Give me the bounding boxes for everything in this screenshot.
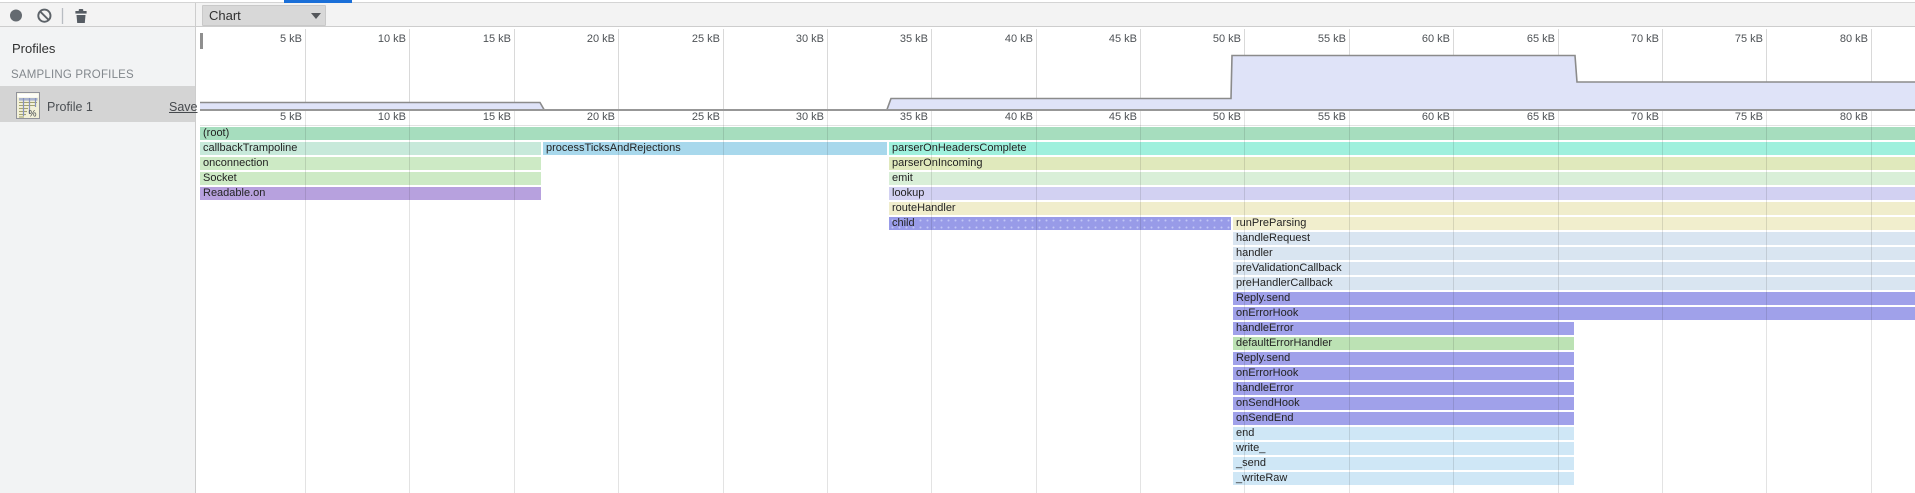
svg-text:%: %	[29, 109, 37, 119]
